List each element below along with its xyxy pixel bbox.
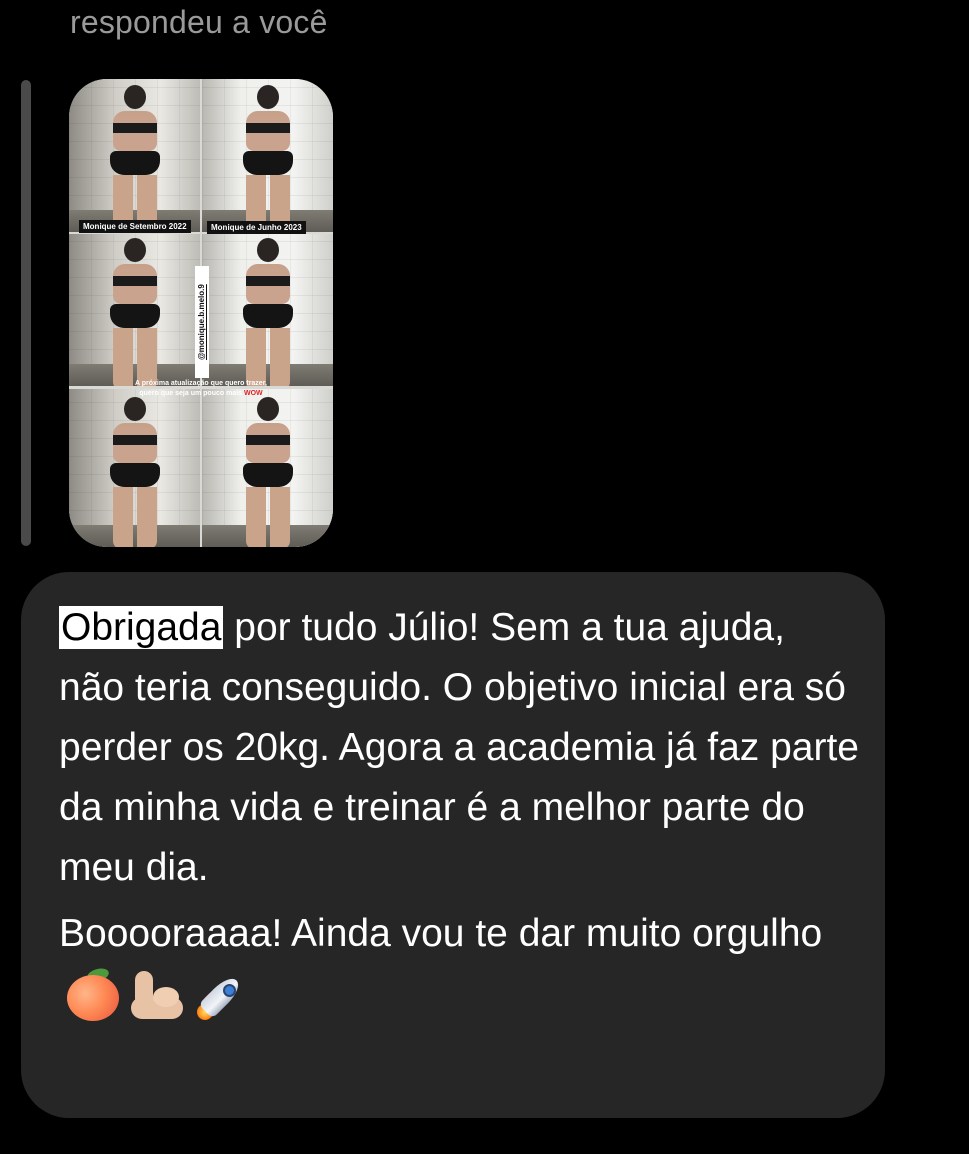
caption-line-1: A próxima atualização que quero trazer, — [134, 380, 267, 387]
story-row-back — [69, 389, 333, 547]
photo-before-back — [69, 389, 200, 547]
message-paragraph-2: Booooraaaa! Ainda vou te dar muito orgul… — [59, 904, 859, 1024]
story-row-front — [69, 79, 333, 232]
photo-after-front — [202, 79, 333, 232]
person-figure — [241, 85, 295, 232]
label-before: Monique de Setembro 2022 — [79, 220, 191, 233]
caption-wow: WOW — [243, 390, 263, 397]
photo-before-side — [69, 234, 200, 386]
person-figure — [108, 85, 162, 232]
caption-line-2: quero que seja um pouco mais WOW — [113, 389, 289, 399]
photo-before-front — [69, 79, 200, 232]
peach-emoji — [65, 966, 121, 1023]
person-figure — [241, 397, 295, 547]
photo-after-side — [202, 234, 333, 386]
label-after: Monique de Junho 2023 — [207, 221, 306, 234]
rocket-emoji — [193, 968, 253, 1024]
caption-line-2-text: quero que seja um pouco mais — [139, 390, 244, 397]
photo-after-back — [202, 389, 333, 547]
message-paragraph-2-text: Booooraaaa! Ainda vou te dar muito orgul… — [59, 912, 823, 955]
story-caption: A próxima atualização que quero trazer, … — [113, 379, 289, 399]
person-figure — [241, 238, 295, 386]
message-text: Obrigada por tudo Júlio! Sem a tua ajuda… — [59, 598, 859, 1024]
message-paragraph-1: Obrigada por tudo Júlio! Sem a tua ajuda… — [59, 598, 859, 898]
reply-header: respondeu a você — [70, 4, 328, 40]
replied-story-thumbnail[interactable]: Monique de Setembro 2022 Monique de Junh… — [69, 79, 333, 547]
person-figure — [108, 397, 162, 547]
dm-thread: respondeu a você Monique de Setembro 202… — [0, 0, 969, 1154]
highlighted-word: Obrigada — [59, 606, 224, 649]
person-figure — [108, 238, 162, 386]
flexed-biceps-emoji — [127, 969, 187, 1023]
reply-quote-bar — [21, 80, 31, 546]
story-handle: @monique.b.melo.9 — [195, 266, 209, 378]
